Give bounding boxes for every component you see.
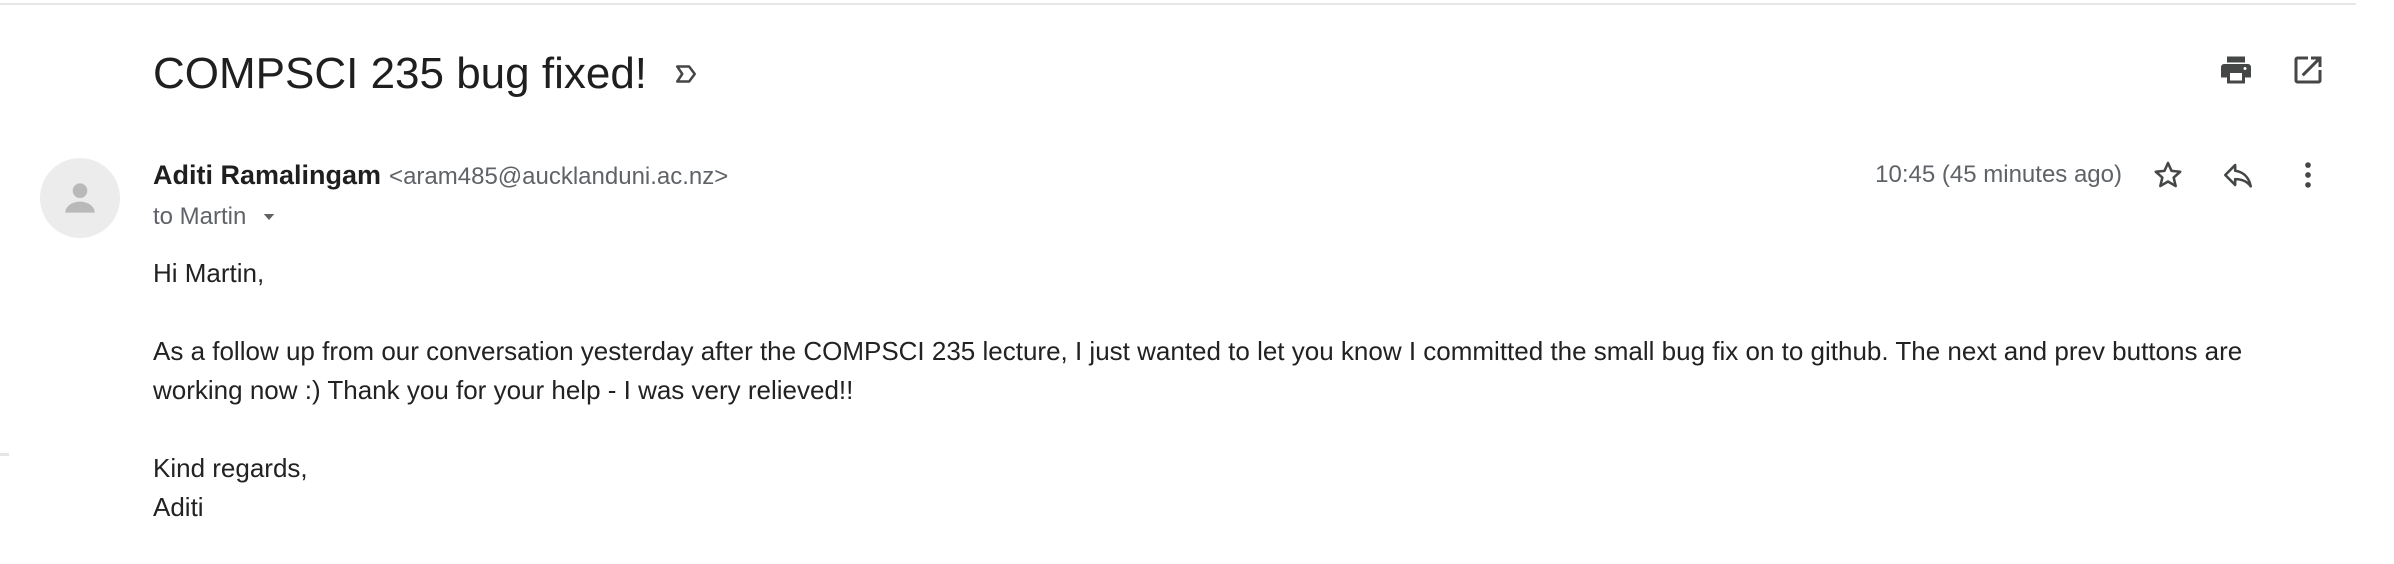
subject-row: COMPSCI 235 bug fixed! xyxy=(153,44,703,104)
dropdown-caret-icon[interactable] xyxy=(258,206,280,228)
person-icon xyxy=(65,183,95,213)
email-view: COMPSCI 235 bug fixed! Aditi Ramalingam … xyxy=(0,0,2394,564)
left-edge-mark xyxy=(0,453,9,456)
signature: Aditi xyxy=(153,492,204,522)
reply-icon[interactable] xyxy=(2218,155,2258,195)
message-actions xyxy=(2148,155,2328,195)
star-outline-icon[interactable] xyxy=(2148,155,2188,195)
email-subject: COMPSCI 235 bug fixed! xyxy=(153,49,648,98)
email-body: Hi Martin, As a follow up from our conve… xyxy=(153,254,2273,527)
print-icon[interactable] xyxy=(2216,50,2256,90)
recipient-line: to Martin xyxy=(153,202,280,232)
open-in-new-window-icon[interactable] xyxy=(2288,50,2328,90)
top-divider xyxy=(0,3,2356,5)
closing: Kind regards, xyxy=(153,453,308,483)
avatar xyxy=(40,158,120,238)
recipient-label: to Martin xyxy=(153,203,247,230)
label-icon[interactable] xyxy=(669,57,703,91)
header-actions xyxy=(2216,50,2328,90)
sender-name[interactable]: Aditi Ramalingam xyxy=(153,160,381,191)
timestamp: 10:45 (45 minutes ago) xyxy=(1875,161,2122,188)
message-meta: 10:45 (45 minutes ago) xyxy=(1875,155,2328,195)
sender-email[interactable]: <aram485@aucklanduni.ac.nz> xyxy=(389,163,728,191)
body-line-1: As a follow up from our conversation yes… xyxy=(153,336,2243,366)
body-line-2: working now :) Thank you for your help -… xyxy=(153,375,854,405)
greeting: Hi Martin, xyxy=(153,258,265,288)
sender-line: Aditi Ramalingam <aram485@aucklanduni.ac… xyxy=(153,160,728,196)
more-vertical-icon[interactable] xyxy=(2288,155,2328,195)
